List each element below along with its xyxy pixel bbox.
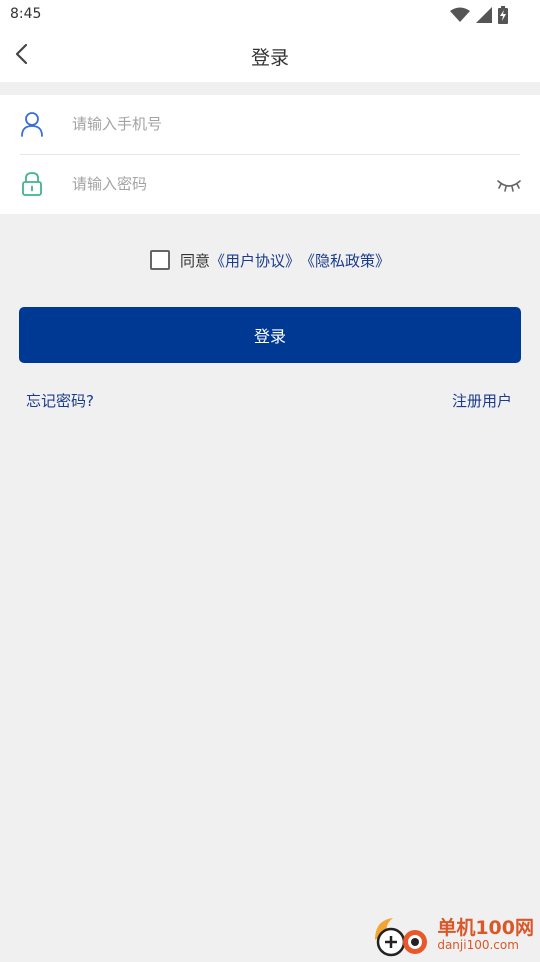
agreement-row: 同意 《用户协议》 《隐私政策》 — [0, 247, 540, 273]
phone-input[interactable] — [70, 109, 474, 139]
user-agreement-link[interactable]: 《用户协议》 — [210, 250, 300, 271]
login-button[interactable]: 登录 — [19, 307, 521, 363]
lock-icon — [20, 171, 44, 197]
watermark-logo-icon — [371, 912, 433, 958]
status-bar: 8:45 — [0, 0, 540, 30]
wifi-icon — [450, 7, 470, 23]
status-time: 8:45 — [10, 6, 42, 22]
login-form — [0, 95, 540, 214]
forgot-password-link[interactable]: 忘记密码? — [26, 390, 94, 411]
watermark: 单机100网 danji100.com — [371, 912, 534, 958]
battery-charging-icon — [498, 6, 508, 24]
eye-closed-icon[interactable] — [496, 173, 522, 195]
agreement-prefix: 同意 — [179, 251, 210, 270]
phone-row — [0, 95, 540, 154]
app-bar: 登录 — [0, 30, 540, 82]
register-link[interactable]: 注册用户 — [452, 390, 512, 411]
watermark-name: 单机100网 — [437, 916, 534, 939]
agreement-checkbox[interactable] — [149, 250, 170, 270]
user-icon — [20, 111, 44, 137]
status-icons — [450, 6, 508, 24]
password-row — [0, 155, 540, 214]
password-input[interactable] — [70, 169, 474, 199]
signal-icon — [476, 7, 492, 23]
privacy-policy-link[interactable]: 《隐私政策》 — [300, 250, 390, 271]
watermark-text: 单机100网 danji100.com — [437, 918, 534, 952]
watermark-url: danji100.com — [437, 937, 519, 952]
page-title: 登录 — [250, 47, 289, 69]
